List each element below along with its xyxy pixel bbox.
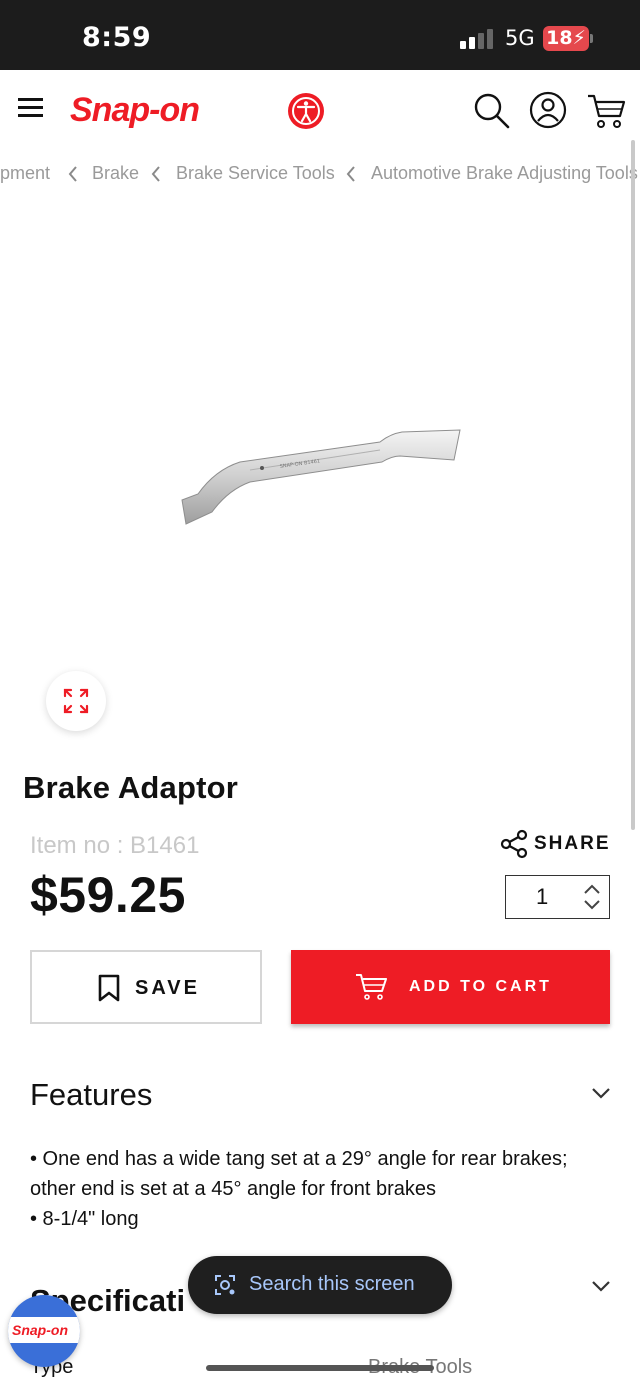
feature-line: other end is set at a 45° angle for fron… — [30, 1178, 437, 1200]
chevron-down-icon[interactable] — [591, 1279, 611, 1293]
status-time: 8:59 — [82, 22, 152, 53]
add-to-cart-label: ADD TO CART — [409, 978, 552, 995]
share-icon — [500, 829, 528, 859]
breadcrumb-item-brake-adjusting-tools[interactable]: Automotive Brake Adjusting Tools — [371, 163, 638, 184]
battery-cap — [590, 34, 593, 43]
snap-on-badge-logo: Snap-on — [12, 1322, 68, 1338]
lens-icon — [215, 1275, 235, 1295]
chevron-down-icon[interactable] — [591, 1086, 611, 1100]
svg-text:Snap-on: Snap-on — [70, 91, 199, 129]
site-header: Snap-on — [0, 70, 640, 150]
features-heading[interactable]: Features — [30, 1077, 152, 1113]
cart-icon — [356, 974, 387, 1000]
product-image: SNAP-ON B1461 — [181, 429, 461, 525]
breadcrumb-item-brake[interactable]: Brake — [92, 163, 139, 184]
quantity-stepper[interactable]: 1 — [505, 875, 610, 919]
share-button[interactable]: SHARE — [500, 829, 612, 859]
expand-icon — [63, 688, 89, 714]
feature-line: • 8-1/4" long — [30, 1208, 139, 1230]
feature-line: • One end has a wide tang set at a 29° a… — [30, 1148, 568, 1170]
scrollbar[interactable] — [631, 140, 635, 830]
breadcrumb-item-equipment[interactable]: pment — [0, 163, 50, 184]
features-list: • One end has a wide tang set at a 29° a… — [30, 1144, 620, 1234]
battery-icon: 18⚡ — [543, 26, 589, 51]
product-price: $59.25 — [30, 867, 186, 923]
share-label: SHARE — [534, 833, 611, 854]
home-indicator[interactable] — [206, 1365, 434, 1371]
search-icon[interactable] — [473, 92, 511, 130]
accessibility-icon[interactable] — [287, 92, 325, 130]
battery-level: 18 — [546, 27, 573, 49]
quantity-value[interactable]: 1 — [536, 884, 548, 910]
stepper-arrows-icon[interactable] — [583, 882, 601, 912]
item-number: Item no : B1461 — [30, 832, 200, 859]
search-this-screen-button[interactable]: Search this screen — [188, 1256, 452, 1314]
breadcrumb: pment Brake Brake Service Tools Automoti… — [0, 160, 640, 190]
chevron-left-icon — [68, 166, 77, 182]
save-button[interactable]: SAVE — [30, 950, 262, 1024]
chevron-left-icon — [346, 166, 355, 182]
zoom-button[interactable] — [46, 671, 106, 731]
svg-text:Snap-on: Snap-on — [12, 1322, 68, 1338]
chat-badge[interactable]: Snap-on — [8, 1295, 80, 1367]
menu-icon[interactable] — [18, 98, 43, 118]
chevron-left-icon — [151, 166, 160, 182]
signal-icon — [460, 29, 494, 49]
account-icon[interactable] — [529, 91, 567, 129]
bookmark-icon — [98, 974, 120, 1002]
status-bar: 8:59 5G 18⚡ — [0, 0, 640, 70]
product-title: Brake Adaptor — [23, 770, 239, 805]
network-label: 5G — [505, 26, 535, 50]
snap-on-logo[interactable]: Snap-on — [68, 90, 236, 130]
save-label: SAVE — [135, 977, 200, 999]
search-this-screen-label: Search this screen — [249, 1273, 415, 1295]
add-to-cart-button[interactable]: ADD TO CART — [291, 950, 610, 1024]
breadcrumb-item-brake-service-tools[interactable]: Brake Service Tools — [176, 163, 335, 184]
cart-icon[interactable] — [586, 92, 626, 130]
